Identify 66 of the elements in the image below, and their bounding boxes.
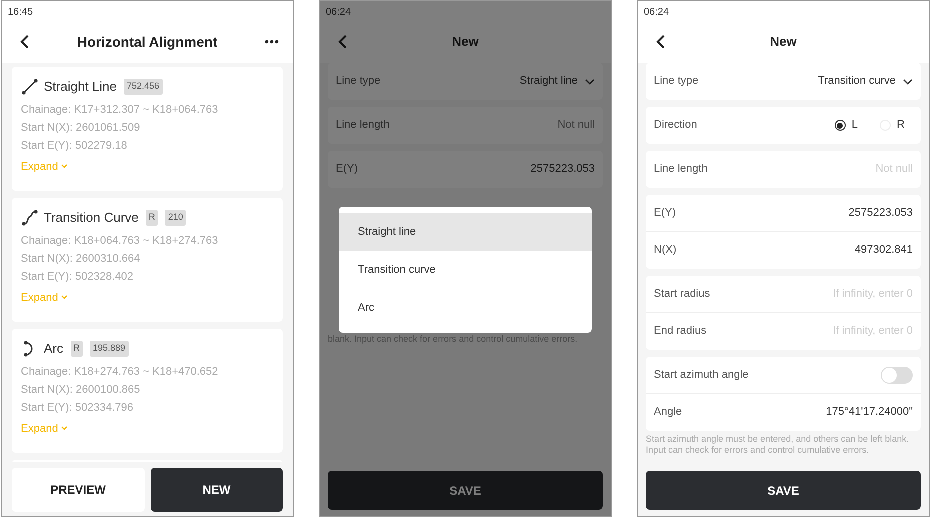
- alignment-card[interactable]: Arc R 195.889 Chainage: K18+274.763 ~ K18+470.652 Start N(X): 2600100.865 Start E(Y): 502334.796 Expand: [12, 329, 283, 453]
- detail-text: Chainage: K18+064.763 ~ K18+274.763: [21, 234, 220, 248]
- back-icon[interactable]: [20, 35, 30, 49]
- field-label: Line length: [336, 118, 390, 134]
- field-label: Direction: [654, 118, 698, 134]
- status-time: 06:24: [320, 1, 611, 21]
- input-field[interactable]: 497302.841: [854, 242, 913, 259]
- status-time: 16:45: [2, 1, 293, 21]
- element-name: Transition Curve: [44, 209, 139, 227]
- detail-text: Start E(Y): 502328.402: [21, 270, 135, 284]
- detail-text: Chainage: K18+274.763 ~ K18+470.652: [21, 364, 220, 380]
- screen-title: New: [770, 33, 797, 52]
- chevron-down-icon: [585, 78, 595, 84]
- menu-option[interactable]: Straight line: [339, 213, 592, 251]
- save-button[interactable]: SAVE: [328, 471, 603, 510]
- radio-option[interactable]: R: [880, 117, 905, 134]
- field-label: End radius: [654, 324, 707, 340]
- menu-option[interactable]: Arc: [339, 289, 592, 327]
- line-type-dropdown[interactable]: Transition curve: [818, 73, 913, 90]
- radio-option[interactable]: L: [834, 117, 858, 134]
- line-type-dropdown[interactable]: Straight line: [520, 73, 595, 90]
- field-label: Line type: [654, 74, 699, 90]
- input-field[interactable]: 175°41'17.24000": [826, 404, 913, 421]
- status-time: 06:24: [638, 1, 929, 21]
- field-label: Line type: [336, 74, 381, 90]
- screen-title: Horizontal Alignment: [77, 32, 218, 52]
- alignment-card[interactable]: Straight Line 752.456 Chainage: K17+312.307 ~ K18+064.763 Start N(X): 2601061.509 Start E(Y): 502279.18 Expand: [12, 67, 283, 191]
- screen-title: New: [452, 33, 479, 52]
- detail-text: Start N(X): 2600310.664: [21, 252, 142, 266]
- alignment-card[interactable]: Transition Curve R 210 Chainage: K18+064.763 ~ K18+274.763 Start N(X): 2600310.664 Start E(Y): 502328.402 Expand: [12, 198, 283, 322]
- hint-text: Start azimuth angle must be entered, and others can be left blank. Input can check for errors and control cumulative errors.: [646, 434, 910, 456]
- tag: 195.889: [90, 341, 129, 356]
- detail-text: Start N(X): 2600100.865: [21, 382, 142, 398]
- element-name: Straight Line: [44, 78, 117, 96]
- more-icon[interactable]: [265, 40, 279, 44]
- detail-text: Start E(Y): 502334.796: [21, 400, 135, 416]
- radio-button[interactable]: [834, 120, 846, 131]
- field-label: E(Y): [336, 162, 358, 178]
- preview-button[interactable]: PREVIEW: [12, 468, 144, 512]
- element-name: Arc: [44, 340, 64, 358]
- field-label: Line length: [654, 162, 708, 178]
- detail-text: Start N(X): 2601061.509: [21, 120, 142, 136]
- menu-option[interactable]: Transition curve: [339, 251, 592, 289]
- chevron-down-icon: [61, 295, 68, 300]
- s-curve-icon: [21, 208, 39, 227]
- chevron-down-icon: [61, 164, 68, 170]
- field-label: E(Y): [654, 206, 676, 221]
- field-label: Start radius: [654, 286, 710, 302]
- back-icon[interactable]: [656, 35, 666, 49]
- detail-text: Chainage: K17+312.307 ~ K18+064.763: [21, 102, 220, 118]
- tag: 752.456: [124, 79, 163, 94]
- input-field[interactable]: 2575223.053: [848, 204, 913, 222]
- field-label: Angle: [654, 405, 682, 420]
- input-field[interactable]: 2575223.053: [530, 161, 595, 178]
- detail-text: Start E(Y): 502279.18: [21, 138, 128, 154]
- field-label: Start azimuth angle: [654, 368, 749, 383]
- save-button[interactable]: SAVE: [646, 471, 921, 510]
- tag: 210: [165, 210, 186, 226]
- field-label: N(X): [654, 243, 677, 258]
- chevron-down-icon: [61, 426, 68, 432]
- new-button[interactable]: NEW: [150, 468, 283, 512]
- tag: R: [70, 341, 83, 356]
- chevron-down-icon: [903, 78, 913, 84]
- tag: R: [146, 210, 158, 226]
- line-segment-icon: [21, 78, 39, 96]
- toggle-switch[interactable]: [881, 366, 913, 384]
